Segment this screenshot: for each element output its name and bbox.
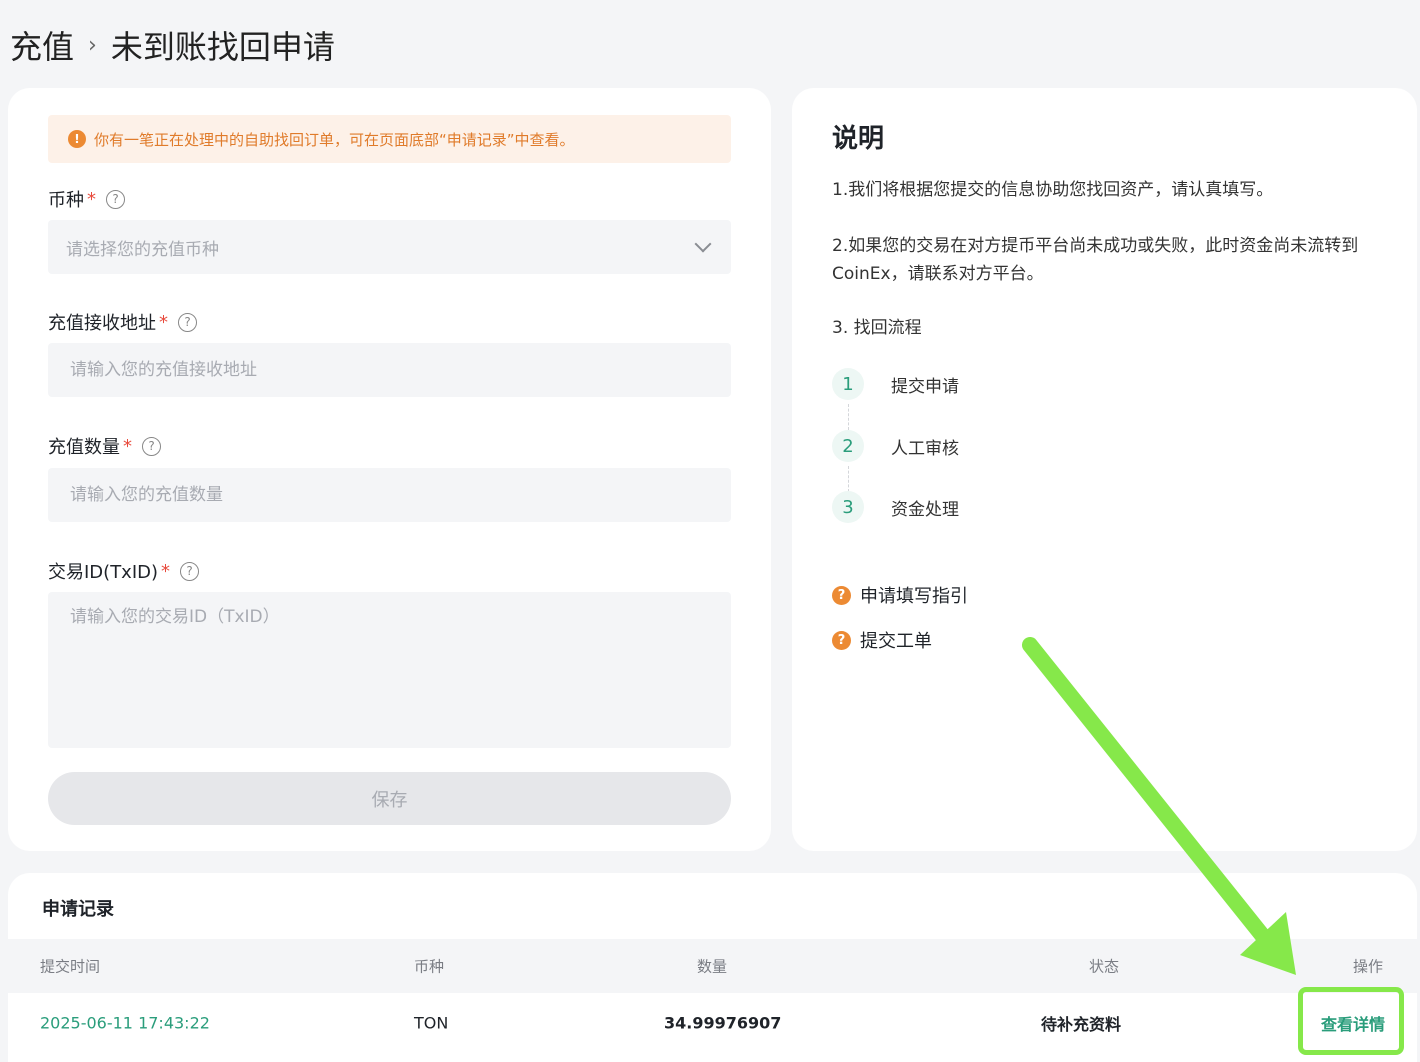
breadcrumb-separator: › (88, 32, 97, 58)
instruction-1: 1.我们将根据您提交的信息协助您找回资产，请认真填写。 (832, 180, 1274, 200)
instruction-2: 2.如果您的交易在对方提币平台尚未成功或失败，此时资金尚未流转到CoinEx，请… (832, 236, 1359, 284)
table-header: 提交时间 币种 数量 状态 操作 (8, 939, 1417, 993)
step-review: 2 人工审核 (832, 430, 959, 462)
row-coin: TON (414, 1013, 449, 1033)
records-title: 申请记录 (42, 899, 114, 920)
coin-select-placeholder: 请选择您的充值币种 (66, 239, 219, 260)
txid-textarea[interactable] (48, 592, 731, 748)
chevron-down-icon (694, 235, 712, 253)
amount-input[interactable] (48, 468, 731, 522)
question-icon: ? (832, 630, 851, 650)
help-icon[interactable]: ? (142, 436, 161, 456)
coin-label-text: 币种 (48, 190, 84, 211)
guide-link[interactable]: ? 申请填写指引 (832, 582, 968, 608)
required-mark: * (161, 560, 171, 582)
row-status: 待补充资料 (1041, 1015, 1122, 1034)
recovery-form-card: ! 你有一笔正在处理中的自助找回订单，可在页面底部“申请记录”中查看。 币种 *… (8, 88, 771, 851)
table-row: 2025-06-11 17:43:22 TON 34.99976907 待补充资… (8, 993, 1417, 1053)
txid-label-text: 交易ID(TxID) (48, 562, 159, 583)
records-card: 申请记录 提交时间 币种 数量 状态 操作 2025-06-11 17:43:2… (8, 873, 1417, 1062)
column-status: 状态 (1089, 957, 1120, 976)
page-title: 未到账找回申请 (110, 28, 335, 66)
column-time: 提交时间 (40, 957, 101, 976)
step-number: 1 (832, 368, 864, 400)
exclamation-icon: ! (68, 130, 86, 148)
pending-order-notice: ! 你有一笔正在处理中的自助找回订单，可在页面底部“申请记录”中查看。 (48, 115, 731, 163)
notice-text: 你有一笔正在处理中的自助找回订单，可在页面底部“申请记录”中查看。 (94, 130, 575, 149)
view-details-link[interactable]: 查看详情 (1321, 1011, 1385, 1035)
row-time: 2025-06-11 17:43:22 (40, 1013, 210, 1033)
amount-label: 充值数量 * ? (48, 433, 161, 459)
instruction-3: 3. 找回流程 (832, 318, 922, 338)
step-number: 2 (832, 430, 864, 462)
step-funds: 3 资金处理 (832, 491, 959, 523)
column-action: 操作 (1353, 957, 1384, 976)
question-icon: ? (832, 585, 851, 605)
amount-label-text: 充值数量 (48, 437, 120, 458)
ticket-link[interactable]: ? 提交工单 (832, 627, 932, 653)
instructions-card: 说明 1.我们将根据您提交的信息协助您找回资产，请认真填写。 2.如果您的交易在… (792, 88, 1417, 851)
required-mark: * (87, 188, 96, 210)
ticket-link-text[interactable]: 提交工单 (860, 627, 932, 653)
help-icon[interactable]: ? (106, 189, 125, 209)
step-submit: 1 提交申请 (832, 368, 959, 400)
row-amount: 34.99976907 (664, 1013, 782, 1033)
address-label-text: 充值接收地址 (48, 313, 156, 334)
breadcrumb: 充值 › 未到账找回申请 (10, 22, 335, 68)
address-label: 充值接收地址 * ? (48, 309, 197, 335)
save-button[interactable]: 保存 (48, 772, 731, 825)
coin-select[interactable]: 请选择您的充值币种 (48, 220, 731, 274)
help-icon[interactable]: ? (180, 561, 200, 581)
breadcrumb-parent[interactable]: 充值 (10, 22, 74, 68)
required-mark: * (123, 435, 132, 457)
required-mark: * (159, 311, 168, 333)
column-coin: 币种 (414, 957, 445, 976)
step-label: 人工审核 (891, 438, 959, 459)
coin-label: 币种 * ? (48, 186, 125, 212)
column-amount: 数量 (697, 957, 728, 976)
step-label: 提交申请 (891, 376, 959, 397)
instructions-title: 说明 (832, 124, 885, 154)
step-number: 3 (832, 491, 864, 523)
guide-link-text[interactable]: 申请填写指引 (860, 582, 968, 608)
txid-label: 交易ID(TxID) * ? (48, 558, 200, 584)
step-label: 资金处理 (891, 499, 959, 520)
help-icon[interactable]: ? (178, 312, 197, 332)
step-connector (848, 466, 849, 492)
step-connector (848, 404, 849, 430)
address-input[interactable] (48, 343, 731, 397)
